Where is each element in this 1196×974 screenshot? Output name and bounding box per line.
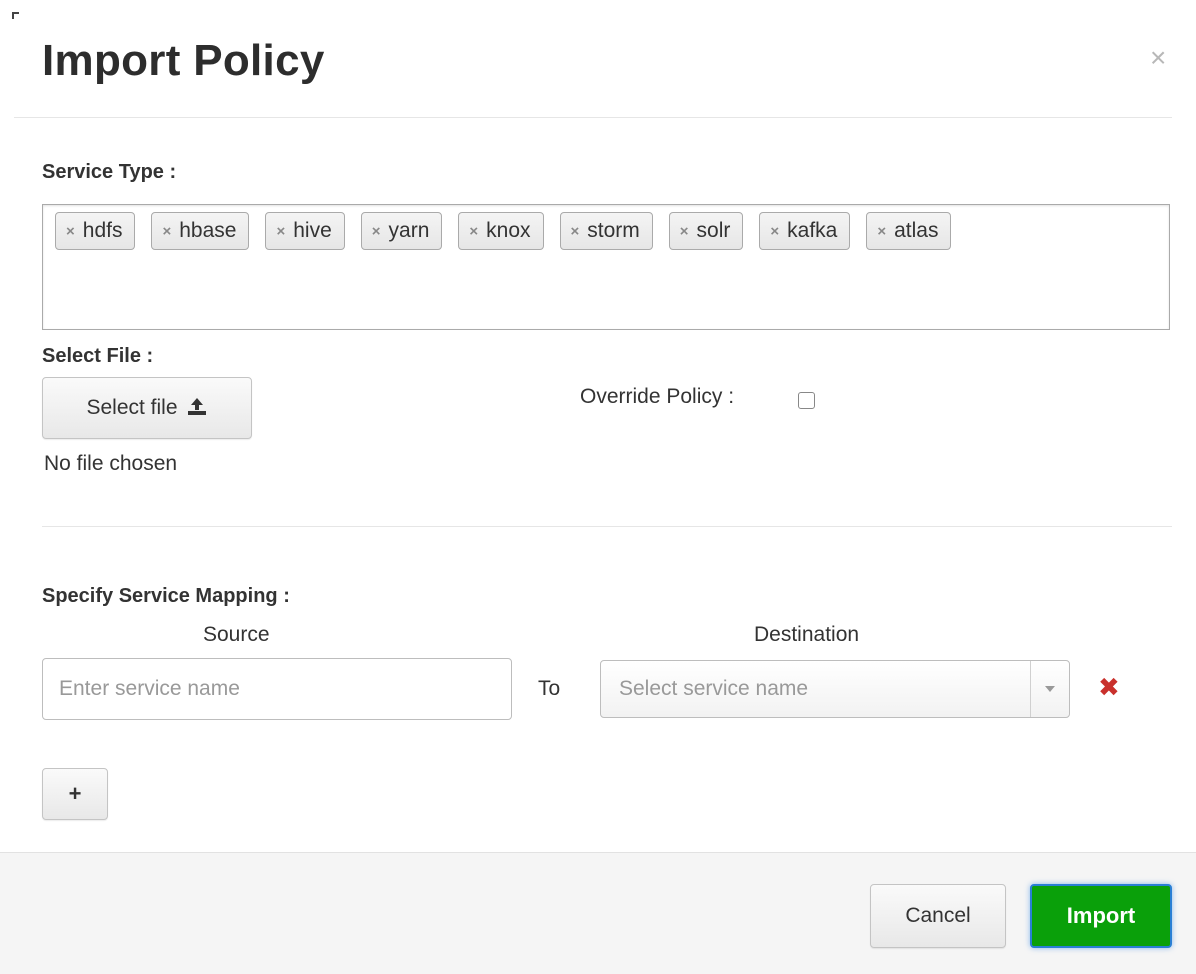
- service-type-tag: × atlas: [866, 212, 952, 250]
- to-label: To: [538, 677, 561, 700]
- service-type-tag: × knox: [458, 212, 544, 250]
- cancel-button[interactable]: Cancel: [870, 884, 1006, 948]
- remove-tag-icon[interactable]: ×: [877, 223, 886, 240]
- import-button[interactable]: Import: [1030, 884, 1172, 948]
- service-type-tag: × yarn: [360, 212, 443, 250]
- corner-mark: [12, 12, 19, 19]
- add-mapping-button[interactable]: +: [42, 768, 108, 820]
- chevron-down-icon: [1045, 686, 1055, 692]
- destination-column-header: Destination: [754, 623, 860, 646]
- service-type-tag-label: kafka: [787, 219, 838, 242]
- source-service-input[interactable]: [42, 658, 512, 720]
- service-type-tag-label: hdfs: [82, 219, 123, 242]
- remove-tag-icon[interactable]: ×: [372, 223, 381, 240]
- override-policy-checkbox[interactable]: [798, 392, 815, 409]
- override-policy-label: Override Policy :: [580, 385, 735, 408]
- service-type-label: Service Type :: [42, 161, 177, 183]
- remove-tag-icon[interactable]: ×: [276, 223, 285, 240]
- service-type-tag-label: solr: [696, 219, 731, 242]
- close-icon[interactable]: ×: [1150, 44, 1166, 72]
- service-type-tag-label: hbase: [179, 219, 237, 242]
- select-file-button[interactable]: Select file: [42, 377, 252, 439]
- remove-tag-icon[interactable]: ×: [66, 223, 75, 240]
- service-type-tag: × solr: [668, 212, 744, 250]
- service-type-tag-label: knox: [486, 219, 531, 242]
- source-column-header: Source: [203, 623, 270, 646]
- remove-tag-icon[interactable]: ×: [770, 223, 779, 240]
- destination-select-placeholder: Select service name: [619, 677, 809, 700]
- upload-icon: [186, 396, 208, 421]
- service-type-tag-label: atlas: [894, 219, 939, 242]
- file-status-text: No file chosen: [44, 452, 178, 475]
- remove-tag-icon[interactable]: ×: [162, 223, 171, 240]
- service-type-tag-label: storm: [587, 219, 640, 242]
- remove-icon[interactable]: ✖: [1098, 674, 1120, 700]
- destination-service-select[interactable]: Select service name: [600, 660, 1070, 718]
- select-file-button-label: Select file: [86, 396, 178, 419]
- service-type-tag-list: × hdfs × hbase × hive × yarn × knox × storm × solr × ka…: [55, 212, 1145, 250]
- import-policy-dialog: Import Policy × Service Type : × hdfs × hba…: [0, 0, 1196, 974]
- select-file-label: Select File :: [42, 345, 154, 367]
- header-divider: [14, 117, 1172, 118]
- select-arrow-button[interactable]: [1030, 661, 1069, 717]
- service-type-multiselect[interactable]: × hdfs × hbase × hive × yarn × knox × storm × solr × ka…: [42, 204, 1170, 330]
- service-type-tag: × hdfs: [55, 212, 136, 250]
- service-type-tag: × kafka: [759, 212, 851, 250]
- dialog-title: Import Policy: [42, 36, 325, 85]
- service-type-tag-label: hive: [293, 219, 332, 242]
- section-divider: [42, 526, 1172, 527]
- service-type-tag-label: yarn: [388, 219, 430, 242]
- remove-tag-icon[interactable]: ×: [469, 223, 478, 240]
- remove-tag-icon[interactable]: ×: [680, 223, 689, 240]
- service-mapping-label: Specify Service Mapping :: [42, 585, 290, 607]
- service-type-tag: × storm: [559, 212, 653, 250]
- service-type-tag: × hbase: [151, 212, 250, 250]
- service-type-tag: × hive: [265, 212, 345, 250]
- remove-tag-icon[interactable]: ×: [571, 223, 580, 240]
- dialog-footer: [0, 852, 1196, 974]
